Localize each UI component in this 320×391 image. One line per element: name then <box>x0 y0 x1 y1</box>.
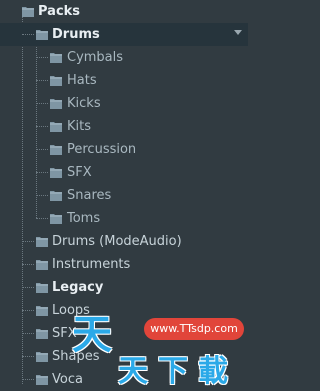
tree-item[interactable]: Percussion <box>0 138 248 161</box>
tree-item-label: Drums (ModeAudio) <box>52 234 182 249</box>
watermark-char: 載 <box>198 354 228 389</box>
folder-icon <box>50 76 62 86</box>
browser-panel: Packs Drums Cymbals Hats Kicks Kits Percussi… <box>0 0 248 390</box>
tree-guide-branch <box>36 172 48 173</box>
tree-guide-branch <box>22 379 34 380</box>
folder-icon <box>36 260 48 270</box>
tree-item-label: Cymbals <box>67 50 124 65</box>
folder-icon <box>36 306 48 316</box>
tree-guide-branch <box>22 333 34 334</box>
watermark: www.TTsdp.com 天 天 下 載 <box>72 300 248 390</box>
tree-item-label: SFX <box>67 165 92 180</box>
tree-item[interactable]: Snares <box>0 184 248 207</box>
tree-guide-branch <box>36 126 48 127</box>
tree-item-label: Instruments <box>52 257 131 272</box>
tree-guide-branch <box>36 195 48 196</box>
tree-item[interactable]: Toms <box>0 207 248 230</box>
tree-guide-branch <box>22 310 34 311</box>
tree-item-label: Percussion <box>67 142 137 157</box>
tree-item[interactable]: Instruments <box>0 253 248 276</box>
folder-icon <box>50 53 62 63</box>
tree-item[interactable]: Cymbals <box>0 46 248 69</box>
tree-guide-branch <box>36 57 48 58</box>
tree-item[interactable]: SFX <box>0 161 248 184</box>
tree-item[interactable]: Legacy <box>0 276 248 299</box>
watermark-char: 下 <box>158 354 188 389</box>
tree-item[interactable]: Hats <box>0 69 248 92</box>
watermark-char: 天 <box>72 312 112 358</box>
tree-guide-branch <box>36 103 48 104</box>
tree-guide-branch <box>36 149 48 150</box>
tree-item-label: Legacy <box>52 280 104 295</box>
folder-icon <box>36 375 48 385</box>
folder-icon <box>36 237 48 247</box>
tree-item-label: Packs <box>38 4 81 19</box>
tree-item-label: Drums <box>52 27 100 42</box>
tree-item[interactable]: Kits <box>0 115 248 138</box>
folder-icon <box>50 214 62 224</box>
chevron-down-icon[interactable] <box>234 30 242 35</box>
tree-item-label: Toms <box>67 211 101 226</box>
tree-guide-branch <box>22 356 34 357</box>
folder-icon <box>50 145 62 155</box>
tree-item-packs[interactable]: Packs <box>0 0 248 23</box>
folder-icon <box>36 283 48 293</box>
tree-guide-branch <box>22 287 34 288</box>
tree-guide-branch <box>22 241 34 242</box>
tree-guide-branch <box>22 264 34 265</box>
tree-item-label: Hats <box>67 73 97 88</box>
tree-item-label: Kits <box>67 119 92 134</box>
tree-item[interactable]: Drums (ModeAudio) <box>0 230 248 253</box>
tree-item-label: Kicks <box>67 96 101 111</box>
folder-icon <box>36 329 48 339</box>
tree-item-drums[interactable]: Drums <box>0 23 248 46</box>
folder-icon <box>50 122 62 132</box>
folder-icon <box>22 7 34 17</box>
folder-icon <box>36 352 48 362</box>
tree-guide-branch <box>36 218 48 219</box>
folder-icon <box>50 99 62 109</box>
tree-item-label: Snares <box>67 188 112 203</box>
tree-item[interactable]: Kicks <box>0 92 248 115</box>
folder-icon <box>50 191 62 201</box>
folder-icon <box>50 168 62 178</box>
tree-guide-branch <box>36 80 48 81</box>
tree-guide-branch <box>22 34 34 35</box>
folder-icon <box>36 30 48 40</box>
watermark-char: 天 <box>118 354 148 389</box>
watermark-url: www.TTsdp.com <box>144 318 244 340</box>
